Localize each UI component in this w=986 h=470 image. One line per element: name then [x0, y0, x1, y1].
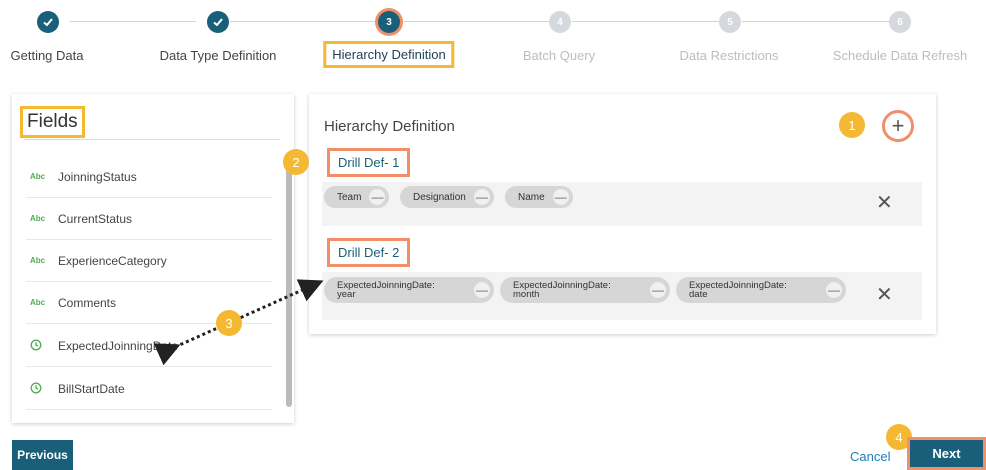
- chip-label: Designation: [413, 191, 466, 203]
- drill-chip[interactable]: Team —: [324, 186, 390, 208]
- step-connector: [230, 21, 375, 22]
- minus-icon[interactable]: —: [552, 189, 569, 205]
- step-label-batch-query[interactable]: Batch Query: [523, 48, 595, 63]
- drill-def-name[interactable]: Drill Def- 2: [327, 238, 411, 267]
- step-label-hierarchy-definition[interactable]: Hierarchy Definition: [323, 41, 455, 68]
- close-icon[interactable]: ✕: [876, 282, 893, 307]
- next-button[interactable]: Next: [907, 437, 986, 470]
- field-label: Comments: [58, 295, 117, 310]
- drill-def-box: ExpectedJoinningDate: year — ExpectedJoi…: [322, 272, 922, 320]
- drill-def-name[interactable]: Drill Def- 1: [327, 148, 411, 177]
- field-item[interactable]: Abc CurrentStatus: [26, 198, 272, 240]
- clock-icon: [26, 382, 58, 396]
- text-type-icon: Abc: [30, 214, 46, 223]
- minus-icon[interactable]: —: [473, 189, 490, 205]
- fields-panel: Fields Abc JoinningStatus Abc CurrentSta…: [12, 94, 294, 423]
- field-label: ExperienceCategory: [58, 253, 167, 268]
- previous-button[interactable]: Previous: [12, 440, 73, 470]
- fields-scrollbar[interactable]: [286, 159, 292, 407]
- field-label: CurrentStatus: [58, 211, 133, 226]
- drill-chip[interactable]: ExpectedJoinningDate: year —: [324, 277, 494, 303]
- drill-chip[interactable]: Designation —: [400, 186, 494, 208]
- annotation-badge: 1: [839, 112, 865, 138]
- step-4-indicator[interactable]: 4: [549, 11, 571, 33]
- wizard-stepper: 3 4 5 6 Getting Data Data Type Definitio…: [0, 0, 986, 75]
- chip-label: Team: [337, 191, 362, 203]
- text-type-icon: Abc: [30, 256, 46, 265]
- text-type-icon: Abc: [30, 172, 46, 181]
- close-icon[interactable]: ✕: [876, 190, 893, 215]
- minus-icon[interactable]: —: [474, 282, 490, 298]
- minus-icon[interactable]: —: [369, 189, 386, 205]
- step-connector: [572, 21, 720, 22]
- step-connector: [742, 21, 890, 22]
- step-number: 6: [897, 16, 903, 28]
- cancel-button[interactable]: Cancel: [850, 449, 890, 464]
- minus-icon[interactable]: —: [650, 282, 666, 298]
- step-label-data-type-definition[interactable]: Data Type Definition: [160, 48, 277, 63]
- step-number: 5: [727, 16, 733, 28]
- step-connector: [404, 21, 550, 22]
- field-label: JoinningStatus: [58, 169, 137, 184]
- chip-label: Name: [518, 191, 545, 203]
- step-6-indicator[interactable]: 6: [889, 11, 911, 33]
- page: 3 4 5 6 Getting Data Data Type Definitio…: [0, 0, 986, 470]
- text-type-icon: Abc: [30, 298, 46, 307]
- step-label-schedule-data-refresh[interactable]: Schedule Data Refresh: [833, 48, 967, 63]
- fields-title: Fields: [20, 106, 85, 138]
- chip-label: ExpectedJoinningDate: month: [513, 280, 611, 300]
- drill-chip[interactable]: Name —: [505, 186, 573, 208]
- step-label-getting-data[interactable]: Getting Data: [11, 48, 84, 63]
- field-item[interactable]: BillStartDate: [26, 368, 272, 410]
- step-2-check-icon[interactable]: [207, 11, 229, 33]
- step-5-indicator[interactable]: 5: [719, 11, 741, 33]
- annotation-badge: 2: [283, 149, 309, 175]
- hierarchy-title: Hierarchy Definition: [324, 118, 455, 135]
- field-item[interactable]: Abc JoinningStatus: [26, 156, 272, 198]
- step-label-data-restrictions[interactable]: Data Restrictions: [680, 48, 779, 63]
- step-1-check-icon[interactable]: [37, 11, 59, 33]
- field-label: ExpectedJoinningDate: [58, 338, 179, 353]
- field-label: BillStartDate: [58, 381, 125, 396]
- add-drill-button[interactable]: +: [882, 110, 914, 142]
- chip-label: ExpectedJoinningDate: date: [689, 280, 787, 300]
- divider: [24, 139, 280, 140]
- annotation-badge: 3: [216, 310, 242, 336]
- drill-chip[interactable]: ExpectedJoinningDate: month —: [500, 277, 670, 303]
- chip-label: ExpectedJoinningDate: year: [337, 280, 435, 300]
- step-number: 4: [557, 16, 563, 28]
- drill-def-box: Team — Designation — Name — ✕: [322, 182, 922, 226]
- drill-chip[interactable]: ExpectedJoinningDate: date —: [676, 277, 846, 303]
- field-item[interactable]: Abc ExperienceCategory: [26, 240, 272, 282]
- plus-icon: +: [891, 113, 905, 138]
- step-number: 3: [386, 16, 392, 28]
- minus-icon[interactable]: —: [826, 282, 842, 298]
- step-3-indicator[interactable]: 3: [378, 11, 400, 33]
- step-connector: [70, 21, 196, 22]
- clock-icon: [26, 339, 58, 353]
